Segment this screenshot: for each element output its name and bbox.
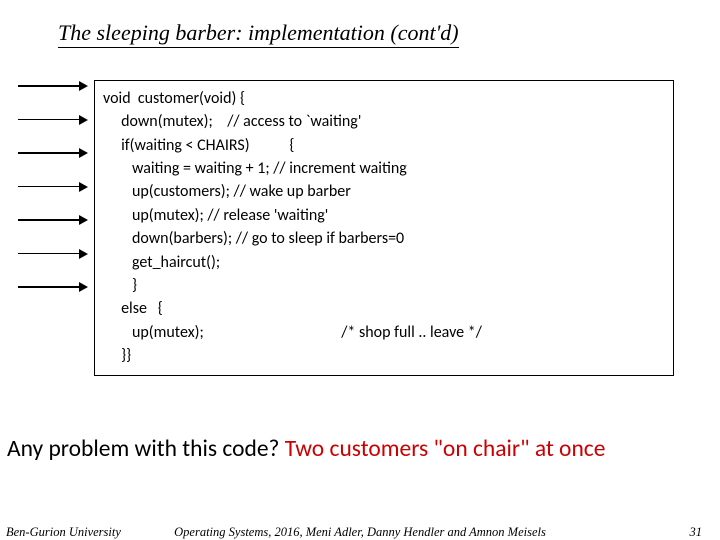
code-line: } <box>103 274 663 297</box>
footer-page-number: 31 <box>690 525 703 540</box>
arrow-icon <box>18 253 86 255</box>
question-answer: Two customers "on chair" at once <box>285 435 606 463</box>
arrow-icon <box>18 286 86 288</box>
code-box: void customer(void) { down(mutex); // ac… <box>94 80 674 376</box>
code-line: get_haircut(); <box>103 251 663 274</box>
arrow-icon <box>18 85 86 87</box>
code-line: }} <box>103 344 663 367</box>
arrow-column <box>18 85 86 320</box>
code-line: down(barbers); // go to sleep if barbers… <box>103 227 663 250</box>
code-line: else { <box>103 297 663 320</box>
code-line: up(mutex); // release 'waiting' <box>103 204 663 227</box>
arrow-icon <box>18 219 86 221</box>
code-line: up(mutex); /* shop full .. leave */ <box>103 321 663 344</box>
slide-title: The sleeping barber: implementation (con… <box>58 20 459 48</box>
question-prefix: Any problem with this code? <box>7 435 285 463</box>
code-line: waiting = waiting + 1; // increment wait… <box>103 157 663 180</box>
arrow-icon <box>18 119 86 121</box>
code-line: if(waiting < CHAIRS) { <box>103 134 663 157</box>
arrow-icon <box>18 186 86 188</box>
footer-center: Operating Systems, 2016, Meni Adler, Dan… <box>0 525 720 540</box>
arrow-icon <box>18 152 86 154</box>
code-line: up(customers); // wake up barber <box>103 180 663 203</box>
code-line: void customer(void) { <box>103 87 663 110</box>
question-line: Any problem with this code? Two customer… <box>7 435 605 463</box>
code-line: down(mutex); // access to `waiting' <box>103 110 663 133</box>
